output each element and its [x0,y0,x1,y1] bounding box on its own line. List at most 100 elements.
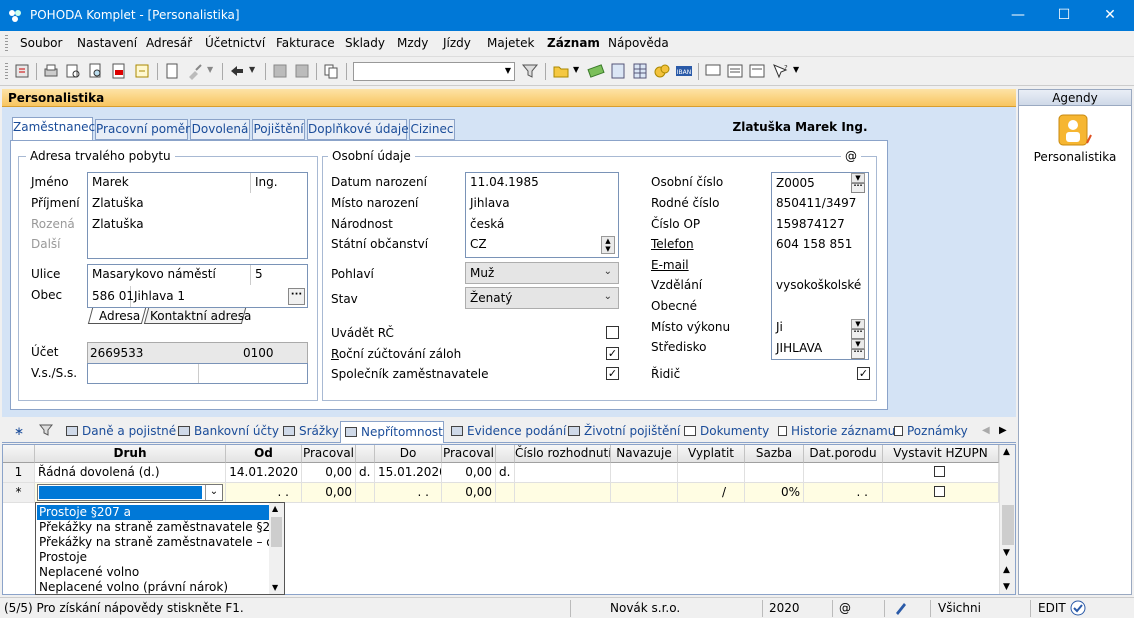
scroll-down-icon[interactable]: ▼ [272,583,278,592]
psc-field[interactable]: 586 01 [92,289,134,303]
chevron-down-icon[interactable]: ▼ [207,65,213,74]
tab-adresa[interactable]: Adresa [99,309,140,323]
kod-banky-field[interactable]: 0100 [243,346,274,360]
menu-adresar[interactable]: Adresář [146,36,192,50]
obcanstvi-field[interactable]: CZ [470,237,487,251]
export-icon[interactable] [133,62,151,80]
hzupn-checkbox[interactable] [934,466,945,477]
col-header-vystavit-hzupn[interactable]: Vystavit HZUPN [883,445,999,463]
col-header-od[interactable]: Od [226,445,302,463]
tab-cizinec[interactable]: Cizinec [409,119,455,140]
col-header-cislo-rozhodnuti[interactable]: Číslo rozhodnutí [515,445,611,463]
tab-filter-icon[interactable] [35,421,59,443]
close-button[interactable]: ✕ [1087,0,1133,31]
new-record-icon[interactable] [163,62,181,80]
rodne-cislo-field[interactable]: 850411/3497 [776,196,856,210]
cell-cislo-new[interactable] [515,483,611,503]
copy-icon[interactable] [322,62,340,80]
telefon-label[interactable]: Telefon [651,237,694,251]
tab-historie-zaznamu[interactable]: Historie záznamu [774,421,895,443]
dropdown-option[interactable]: Prostoje §207 a [37,505,269,520]
chevron-down-icon[interactable]: ▼ [793,65,799,74]
scroll-up-icon[interactable]: ▲ [272,504,278,513]
scroll-up-icon[interactable]: ▲ [1003,565,1010,575]
tab-kontaktni-adresa[interactable]: Kontaktní adresa [150,309,251,323]
col-header-navazuje[interactable]: Navazuje [611,445,678,463]
rozena-field[interactable]: Zlatuška [92,217,144,231]
cell-sazba[interactable] [745,463,804,483]
menu-zaznam[interactable]: Záznam [547,36,600,50]
col-header-sazba[interactable]: Sazba [745,445,804,463]
back-arrow-icon[interactable] [228,62,246,80]
ulice-field[interactable]: Masarykovo náměstí [92,267,216,281]
cislo-op-field[interactable]: 159874127 [776,217,845,231]
save-icon[interactable] [271,62,289,80]
chevron-down-icon[interactable]: ▼ [249,65,255,74]
tab-evidence-podani[interactable]: Evidence podání [447,421,566,443]
tab-bankovni-ucty[interactable]: Bankovní účty [174,421,279,443]
list-icon[interactable] [726,62,744,80]
personalistika-icon[interactable] [1057,113,1093,149]
col-header-pracoval-1[interactable]: Pracoval [302,445,356,463]
cell-sazba-new[interactable]: 0% [745,483,804,503]
col-header-do[interactable]: Do [375,445,442,463]
table-icon[interactable] [631,62,649,80]
cell-vyplatit-new[interactable]: / [678,483,745,503]
tab-scroll-left-icon[interactable]: ◀ [982,425,990,436]
scroll-up-icon[interactable]: ▲ [1003,447,1010,457]
spolecnik-checkbox[interactable]: ✓ [606,367,619,380]
vzdelani-field[interactable]: vysokoškolské [776,278,861,292]
misto-narozeni-field[interactable]: Jihlava [470,196,510,210]
stredisko-lookup[interactable]: ··· [851,348,865,359]
pohlavi-select[interactable]: Muž ⌄ [465,262,619,284]
print-preview-icon[interactable] [64,62,82,80]
dropdown-option[interactable]: Neplacené volno [37,565,269,580]
jmeno-field[interactable]: Marek [92,175,129,189]
menu-nastaveni[interactable]: Nastavení [77,36,137,50]
pdf-icon[interactable] [110,62,128,80]
datum-narozeni-field[interactable]: 11.04.1985 [470,175,539,189]
broom-icon[interactable] [186,62,204,80]
menu-majetek[interactable]: Majetek [487,36,534,50]
misto-vykonu-lookup[interactable]: ··· [851,328,865,339]
filter-icon[interactable] [521,62,539,80]
prijmeni-field[interactable]: Zlatuška [92,196,144,210]
cell-do-new[interactable]: . . [375,483,442,503]
tab-new-icon[interactable]: ∗ [6,421,32,443]
scroll-thumb[interactable] [1002,505,1014,545]
maximize-button[interactable]: ☐ [1041,0,1087,31]
cell-navazuje[interactable] [611,463,678,483]
tab-pracovni-pomer[interactable]: Pracovní poměr [95,119,190,140]
filter-combo[interactable]: ▼ [353,62,515,81]
save-all-icon[interactable] [293,62,311,80]
report-icon[interactable] [748,62,766,80]
tab-scroll-right-icon[interactable]: ▶ [999,425,1007,436]
dropdown-option[interactable]: Překážky na straně zaměstnavatele §207 b [37,520,269,535]
cell-od-new[interactable]: . . [226,483,302,503]
cell-pracoval-1-new[interactable]: 0,00 [302,483,356,503]
ucet-field[interactable]: 2669533 [90,346,143,360]
tab-dokumenty[interactable]: Dokumenty [680,421,772,443]
money-icon[interactable] [587,62,605,80]
calculator-icon[interactable] [609,62,627,80]
stav-select[interactable]: Ženatý ⌄ [465,287,619,309]
scroll-thumb[interactable] [271,517,282,547]
cell-do[interactable]: 15.01.2020 [375,463,442,483]
cell-cislo-rozhodnuti[interactable] [515,463,611,483]
message-icon[interactable] [704,62,722,80]
dropdown-option[interactable]: Překážky na straně zaměstnavatele – osta… [37,535,269,550]
col-header-pracoval-2[interactable]: Pracoval [442,445,496,463]
tab-zivotni-pojisteni[interactable]: Životní pojištění [564,421,680,443]
minimize-button[interactable]: — [995,0,1041,31]
coins-icon[interactable] [653,62,671,80]
cell-navazuje-new[interactable] [611,483,678,503]
tab-zamestnanec[interactable]: Zaměstnanec [12,117,95,140]
menu-ucetnictvi[interactable]: Účetnictví [205,36,265,50]
tab-dane-a-pojistne[interactable]: Daně a pojistné [62,421,176,443]
col-header-druh[interactable]: Druh [35,445,226,463]
dropdown-option[interactable]: Neplacené volno (právní nárok) [37,580,269,595]
menu-jizdy[interactable]: Jízdy [443,36,471,50]
telefon-field[interactable]: 604 158 851 [776,237,852,251]
rocni-zuctovani-checkbox[interactable]: ✓ [606,347,619,360]
chevron-down-icon[interactable]: ▼ [573,65,579,74]
